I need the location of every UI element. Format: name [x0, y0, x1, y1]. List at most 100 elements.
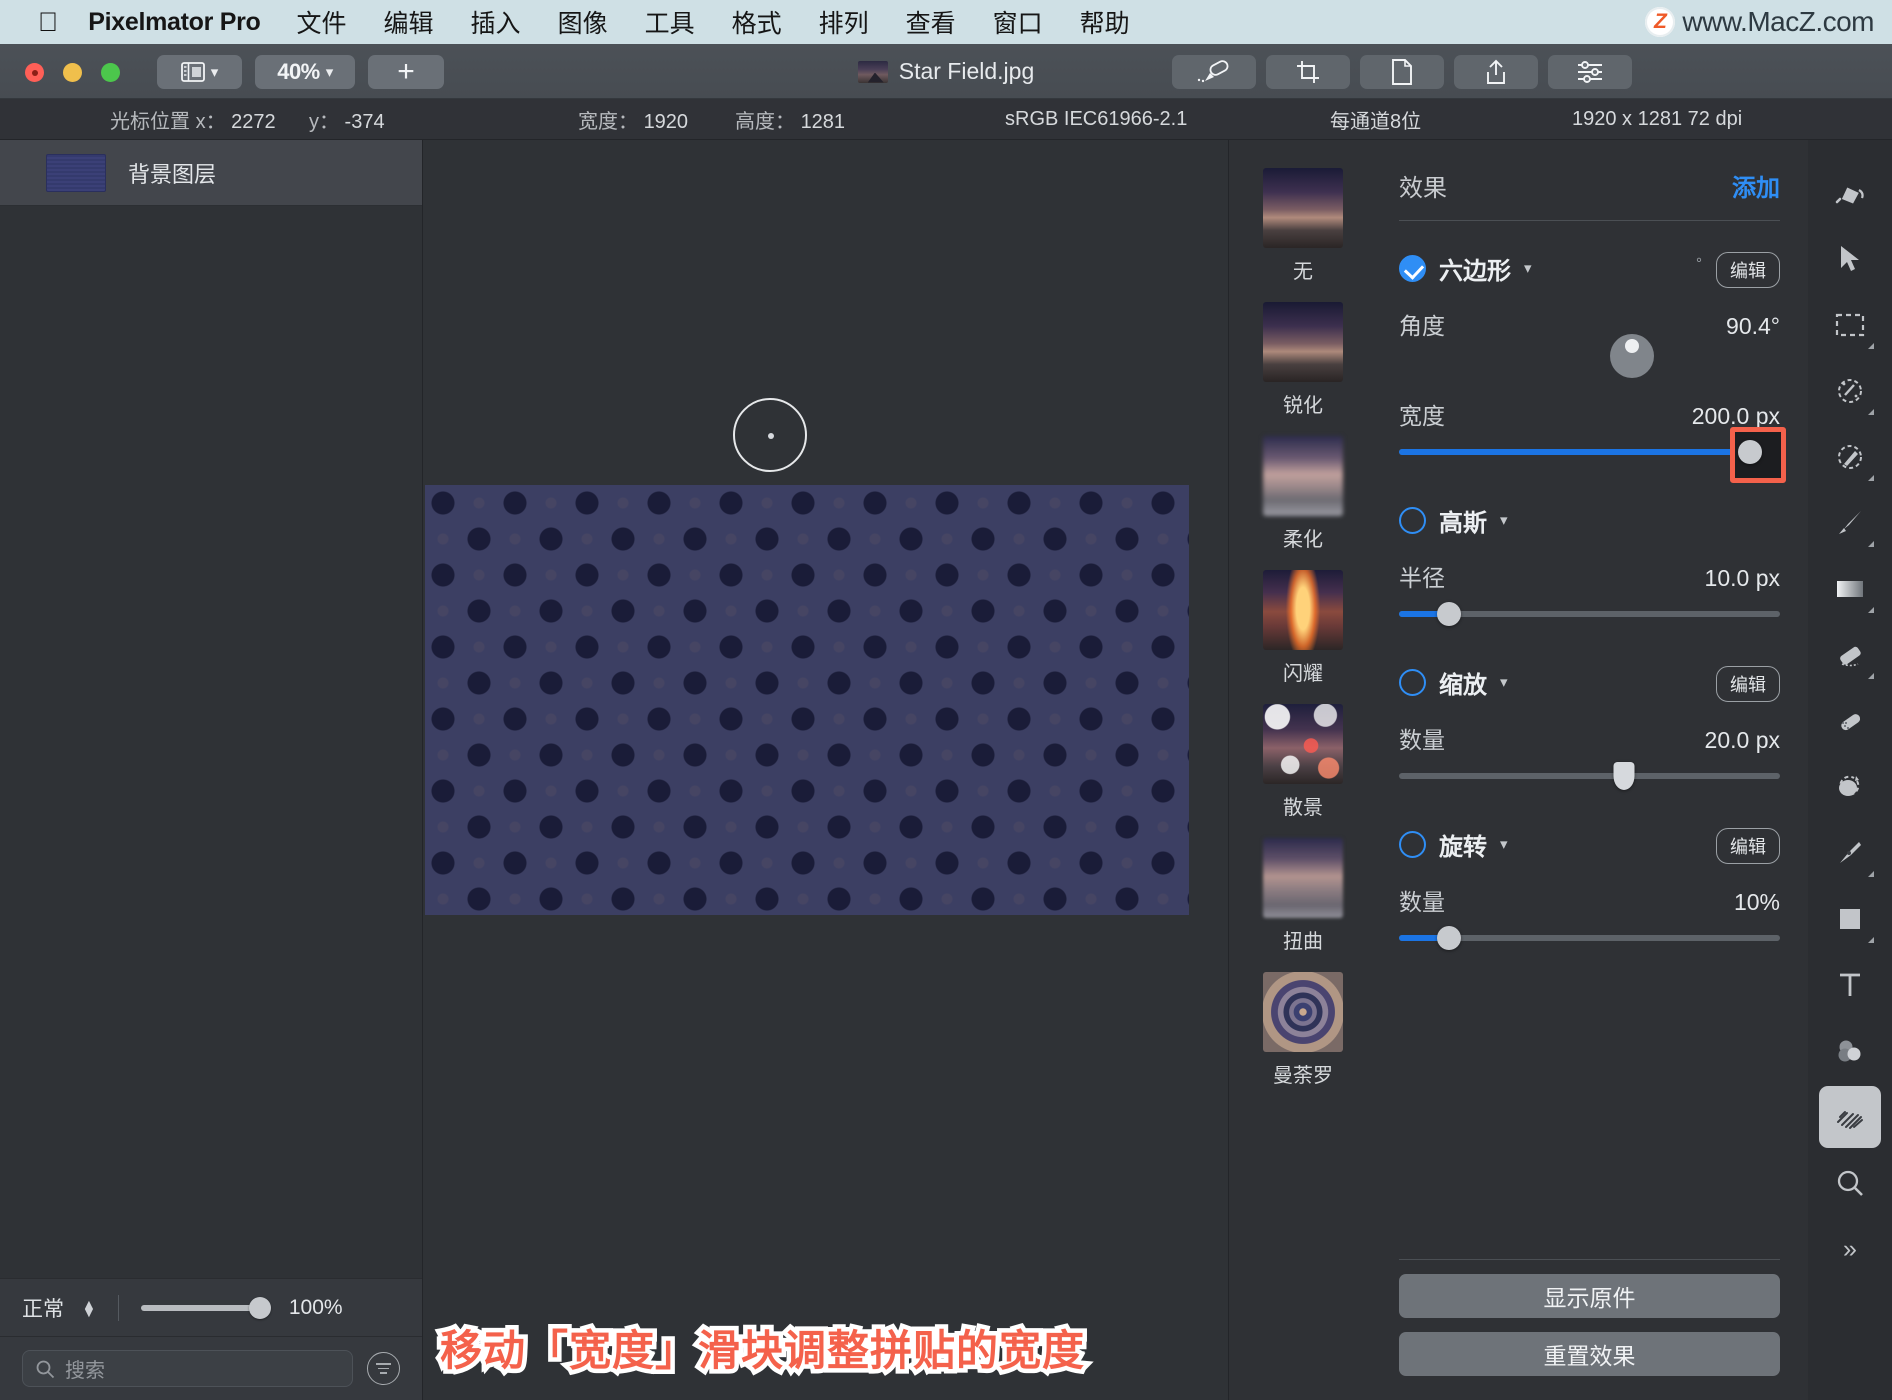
- preset-item[interactable]: 闪耀: [1263, 570, 1343, 686]
- reset-effects-button[interactable]: 重置效果: [1399, 1332, 1780, 1376]
- show-original-button[interactable]: 显示原件: [1399, 1274, 1780, 1318]
- tool-options-corner[interactable]: [1868, 673, 1874, 679]
- effects-tool[interactable]: [1819, 1086, 1881, 1148]
- radius-slider[interactable]: [1399, 602, 1780, 626]
- text-tool[interactable]: [1819, 954, 1881, 1016]
- chevron-down-icon[interactable]: ▾: [1524, 259, 1532, 277]
- opacity-slider[interactable]: [140, 1296, 271, 1319]
- radius-slider-knob[interactable]: [1436, 602, 1461, 626]
- minimize-button[interactable]: [63, 63, 82, 82]
- arrow-select-tool[interactable]: [1819, 228, 1881, 290]
- menu-item-image[interactable]: 图像: [558, 4, 608, 40]
- canvas-area[interactable]: 移动「宽度」滑块调整拼贴的宽度: [423, 140, 1228, 1400]
- search-icon: [36, 1360, 55, 1378]
- blend-mode-stepper[interactable]: ▲ ▼: [82, 1297, 96, 1319]
- preset-item[interactable]: 扭曲: [1263, 838, 1343, 954]
- menu-item-tools[interactable]: 工具: [645, 4, 695, 40]
- paint-bucket-tool[interactable]: [1819, 162, 1881, 224]
- filter-icon[interactable]: [367, 1352, 400, 1385]
- preset-label: 锐化: [1283, 395, 1323, 417]
- menu-item-edit[interactable]: 编辑: [384, 4, 434, 40]
- tool-options-corner[interactable]: [1868, 541, 1874, 547]
- effect-header-row: 旋转 ▾ 编辑: [1399, 827, 1780, 864]
- tool-options-corner[interactable]: [1868, 607, 1874, 613]
- apple-logo-icon[interactable]: : [38, 8, 58, 36]
- layout-toggle-button[interactable]: ▾: [157, 55, 242, 89]
- width-slider-knob[interactable]: [1737, 440, 1762, 464]
- adjustments-button[interactable]: [1548, 55, 1632, 89]
- preset-item[interactable]: 曼荼罗: [1263, 972, 1343, 1088]
- edit-button[interactable]: 编辑: [1716, 666, 1780, 702]
- menu-item-help[interactable]: 帮助: [1080, 4, 1130, 40]
- zoom-amount-slider[interactable]: [1399, 762, 1780, 790]
- menu-item-file[interactable]: 文件: [297, 4, 347, 40]
- crop-tool-button[interactable]: [1266, 55, 1350, 89]
- tool-options-corner[interactable]: [1868, 475, 1874, 481]
- effect-header-row: 高斯 ▾: [1399, 503, 1780, 537]
- chevron-down-icon[interactable]: ▾: [1500, 511, 1508, 529]
- chevron-down-icon[interactable]: ▾: [1500, 835, 1508, 853]
- effect-name-label: 旋转: [1439, 833, 1487, 861]
- document-title-label: Star Field.jpg: [898, 58, 1035, 84]
- zoom-level-button[interactable]: 40% ▾: [255, 55, 355, 89]
- effect-enable-checkbox[interactable]: [1399, 506, 1426, 534]
- width-slider[interactable]: [1399, 427, 1786, 483]
- tool-options-corner[interactable]: [1868, 343, 1874, 349]
- menu-item-insert[interactable]: 插入: [471, 4, 521, 40]
- tool-options-corner[interactable]: [1868, 871, 1874, 877]
- more-tools-button[interactable]: »: [1819, 1218, 1881, 1280]
- brush-cursor: [733, 398, 807, 472]
- clone-stamp-tool[interactable]: [1819, 756, 1881, 818]
- canvas-image[interactable]: [425, 485, 1189, 915]
- zoom-amount-slider-knob[interactable]: [1613, 762, 1635, 790]
- shape-tool[interactable]: [1819, 888, 1881, 950]
- repair-icon: [1841, 714, 1861, 731]
- color-select-tool[interactable]: [1819, 426, 1881, 488]
- zoom-tool[interactable]: [1819, 1152, 1881, 1214]
- paint-tool-button[interactable]: [1172, 55, 1256, 89]
- param-label: 角度: [1399, 313, 1445, 339]
- add-button[interactable]: +: [368, 55, 444, 89]
- preset-item[interactable]: 锐化: [1263, 302, 1343, 418]
- watermark-badge-icon: Z: [1645, 7, 1676, 37]
- menu-item-window[interactable]: 窗口: [993, 4, 1043, 40]
- tool-options-corner[interactable]: [1868, 937, 1874, 943]
- gradient-tool[interactable]: [1819, 558, 1881, 620]
- chevron-down-icon[interactable]: ▾: [1500, 673, 1508, 691]
- search-input[interactable]: 搜索: [22, 1350, 353, 1387]
- share-button[interactable]: [1454, 55, 1538, 89]
- opacity-slider-knob[interactable]: [248, 1296, 271, 1319]
- close-button[interactable]: [25, 63, 44, 82]
- document-info-button[interactable]: [1360, 55, 1444, 89]
- app-name-label[interactable]: Pixelmator Pro: [88, 8, 261, 37]
- edit-button[interactable]: 编辑: [1716, 828, 1780, 864]
- preset-item[interactable]: 无: [1263, 168, 1343, 284]
- tool-options-corner[interactable]: [1868, 409, 1874, 415]
- edit-button[interactable]: 编辑: [1716, 252, 1780, 288]
- param-row-amount: 数量 20.0 px: [1399, 721, 1780, 755]
- rotate-amount-slider-knob[interactable]: [1436, 926, 1461, 950]
- add-effect-button[interactable]: 添加: [1732, 168, 1780, 203]
- maximize-button[interactable]: [101, 63, 120, 82]
- rotate-amount-slider[interactable]: [1399, 926, 1780, 950]
- paintbrush-tool[interactable]: [1819, 492, 1881, 554]
- layer-row[interactable]: 背景图层: [0, 140, 422, 206]
- effect-enable-checkbox[interactable]: [1399, 830, 1426, 858]
- rectangular-marquee-tool[interactable]: [1819, 294, 1881, 356]
- color-adjust-tool[interactable]: [1819, 1020, 1881, 1082]
- menu-item-view[interactable]: 查看: [906, 4, 956, 40]
- angle-dial[interactable]: [1610, 334, 1654, 378]
- menu-item-format[interactable]: 格式: [732, 4, 782, 40]
- repair-tool[interactable]: [1819, 690, 1881, 752]
- effect-enable-checkbox[interactable]: [1399, 668, 1426, 696]
- image-width-info: 宽度： 1920: [578, 105, 688, 134]
- menu-item-arrange[interactable]: 排列: [819, 4, 869, 40]
- pen-tool[interactable]: [1819, 822, 1881, 884]
- preset-item[interactable]: 散景: [1263, 704, 1343, 820]
- preset-item[interactable]: 柔化: [1263, 436, 1343, 552]
- quick-selection-tool[interactable]: [1819, 360, 1881, 422]
- blend-mode-value[interactable]: 正常: [22, 1293, 64, 1323]
- effect-enable-checkbox[interactable]: [1399, 254, 1426, 282]
- eraser-tool[interactable]: [1819, 624, 1881, 686]
- tools-sidebar: »: [1808, 140, 1892, 1400]
